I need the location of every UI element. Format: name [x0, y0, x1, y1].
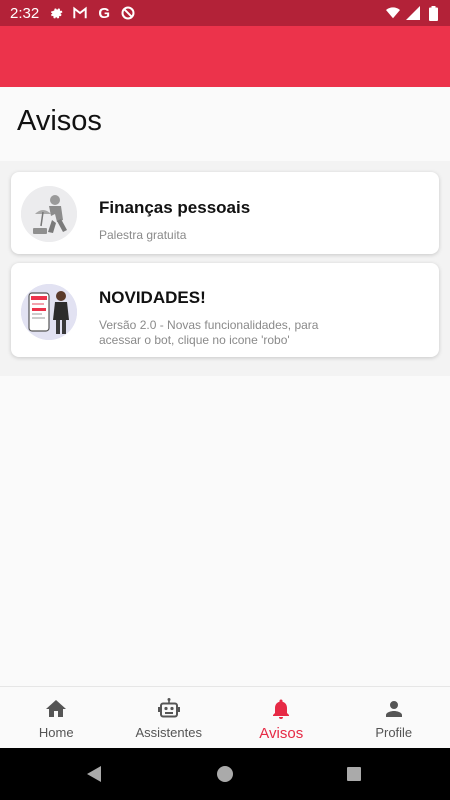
notice-subtitle: Versão 2.0 - Novas funcionalidades, para… [99, 318, 319, 347]
gear-icon [49, 6, 63, 20]
notice-card[interactable]: NOVIDADES! Versão 2.0 - Novas funcionali… [11, 263, 439, 357]
home-circle-icon[interactable] [217, 766, 233, 782]
battery-icon [426, 5, 440, 21]
nav-label-assistentes: Assistentes [135, 725, 202, 740]
person-icon [385, 701, 402, 717]
gmail-icon [73, 6, 87, 20]
man-with-umbrella-illustration [21, 186, 77, 242]
nav-label-home: Home [38, 725, 74, 740]
notice-title: Finanças pessoais [99, 198, 251, 217]
back-icon[interactable] [87, 766, 101, 782]
notice-title: NOVIDADES! [99, 288, 206, 307]
nav-label-avisos: Avisos [259, 725, 304, 742]
status-time: 2:32 [10, 4, 40, 22]
wifi-icon [386, 6, 400, 20]
woman-with-phone-illustration [21, 284, 77, 340]
nav-item-profile[interactable]: Profile [338, 687, 450, 748]
nav-item-avisos[interactable]: Avisos [225, 687, 338, 748]
bell-icon [273, 699, 290, 719]
nav-item-home[interactable]: Home [0, 687, 113, 748]
system-navigation-bar [0, 748, 450, 800]
recents-icon[interactable] [347, 767, 361, 781]
bottom-navigation: Home Assistentes Avisos Profile [0, 686, 450, 748]
home-icon [46, 700, 67, 717]
nav-label-profile: Profile [375, 725, 413, 740]
signal-icon [406, 6, 420, 20]
app-bar [0, 26, 450, 87]
circle-slash-icon [121, 6, 135, 20]
page-header: Avisos [0, 87, 450, 161]
status-bar: 2:32 G [0, 0, 450, 26]
notice-subtitle: Palestra gratuita [99, 228, 187, 242]
robot-icon [157, 698, 180, 718]
google-icon: G [98, 4, 111, 22]
nav-item-assistentes[interactable]: Assistentes [113, 687, 226, 748]
notice-card[interactable]: Finanças pessoais Palestra gratuita [11, 172, 439, 254]
page-title: Avisos [17, 105, 102, 137]
